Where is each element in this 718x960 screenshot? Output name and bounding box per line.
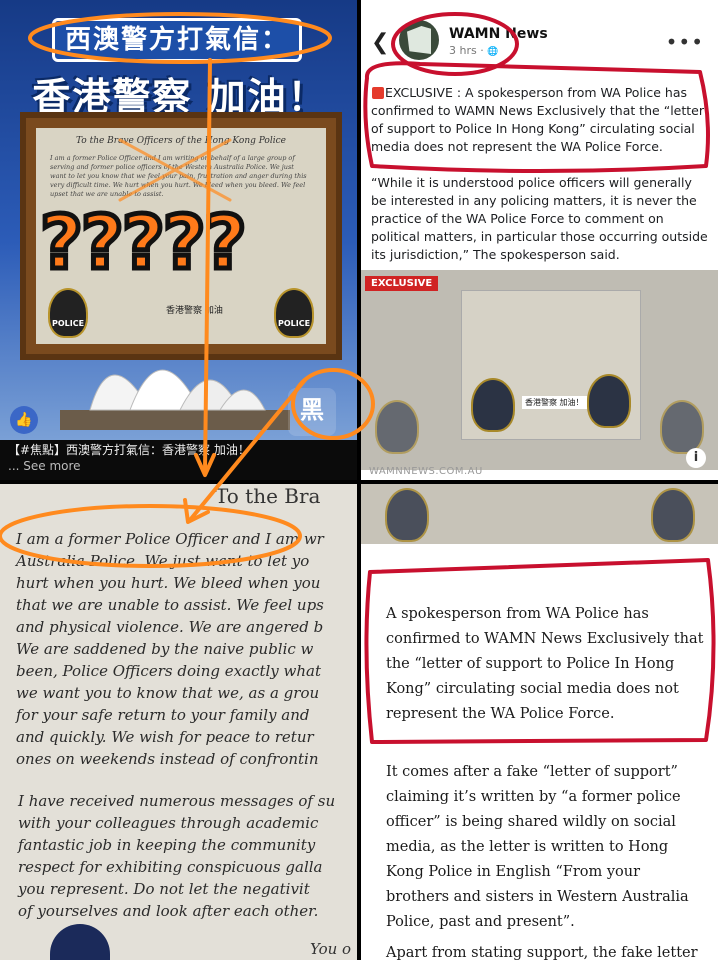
- letter-line: I am a former Police Officer and I am wr: [16, 530, 324, 548]
- see-more-link[interactable]: ... See more: [8, 458, 349, 474]
- link-source[interactable]: WAMNNEWS.COM.AU: [369, 466, 483, 477]
- letter-line: fantastic job in keeping the community: [18, 836, 316, 854]
- letter-line: with your colleagues through academic: [18, 814, 319, 832]
- strip-crest-right: [651, 488, 695, 542]
- post-time: 3 hrs · 🌐: [449, 44, 499, 57]
- letter-line: for your safe return to your family and: [16, 706, 310, 724]
- caption-text: 【#焦點】西澳警方打氣信：香港警察 加油！: [8, 443, 250, 457]
- crest-partial: [50, 924, 110, 960]
- link-preview-image[interactable]: EXCLUSIVE 香港警察 加油！ i: [361, 270, 718, 470]
- post-caption[interactable]: 【#焦點】西澳警方打氣信：香港警察 加油！ ... See more: [0, 440, 357, 480]
- page-name[interactable]: WAMN News: [449, 26, 548, 42]
- article-paragraph-2: It comes after a fake “letter of support…: [386, 764, 689, 930]
- article-paragraph-1: A spokesperson from WA Police has confir…: [386, 606, 704, 722]
- letter-sign: You o: [310, 940, 352, 958]
- letter-line: of yourselves and look after each other.: [18, 902, 319, 920]
- banner-title: 西澳警方打氣信：: [52, 18, 302, 62]
- article-paragraph-3: Apart from stating support, the fake let…: [386, 945, 698, 960]
- letter-photo-cn: 香港警察 加油！: [522, 396, 587, 409]
- hk-post-panel: 西澳警方打氣信： 香港警察 加油！ To the Brave Officers …: [0, 0, 357, 480]
- letter-line: and physical violence. We are angered b: [16, 618, 324, 636]
- post-header: ❮ WAMN News 3 hrs · 🌐 •••: [361, 0, 718, 70]
- back-arrow-icon[interactable]: ❮: [371, 30, 389, 55]
- letter-line: I have received numerous messages of su: [18, 792, 336, 810]
- article-image-strip: [361, 484, 718, 544]
- crest-bg-left: [375, 400, 419, 454]
- article-panel: A spokesperson from WA Police has confir…: [361, 484, 718, 960]
- letter-line: We are saddened by the naive public w: [16, 640, 314, 658]
- info-icon[interactable]: i: [686, 448, 706, 468]
- strip-crest-left: [385, 488, 429, 542]
- question-marks-overlay: ?????: [38, 198, 250, 289]
- globe-icon: 🌐: [487, 47, 499, 57]
- facebook-post-panel: ❮ WAMN News 3 hrs · 🌐 ••• EXCLUSIVE : A …: [361, 0, 718, 480]
- red-flag-icon: [372, 87, 384, 99]
- letter-line: we want you to know that we, as a grou: [16, 684, 320, 702]
- crest-right: [587, 374, 631, 428]
- thumbs-up-icon[interactable]: 👍: [10, 406, 38, 434]
- avatar[interactable]: [399, 20, 439, 60]
- letter-body-part-1: I am a former Police Officer and I am wr…: [16, 528, 356, 770]
- exclusive-tag: EXCLUSIVE: [365, 276, 439, 291]
- letter-closeup-panel: To the Bra I am a former Police Officer …: [0, 484, 357, 960]
- crest-left: [471, 378, 515, 432]
- post-paragraph-1: EXCLUSIVE : A spokesperson from WA Polic…: [371, 85, 704, 154]
- letter-line: hurt when you hurt. We bleed when you: [16, 574, 321, 592]
- letter-line: been, Police Officers doing exactly what: [16, 662, 322, 680]
- letter-heading: To the Brave Officers of the Hong Kong P…: [76, 136, 286, 146]
- letter-line: and quickly. We wish for peace to retur: [16, 728, 314, 746]
- letter-line: ones on weekends instead of confrontin: [16, 750, 319, 768]
- channel-logo: 黑: [288, 388, 336, 436]
- letter-line: Australia Police. We just want to let yo: [16, 552, 310, 570]
- letter-body-part-2: I have received numerous messages of su w…: [18, 790, 357, 922]
- letter-line: you represent. Do not let the negativit: [18, 880, 310, 898]
- more-options-icon[interactable]: •••: [666, 30, 704, 54]
- letter-cn: 香港警察 加油: [166, 306, 223, 316]
- letter-excerpt: I am a former Police Officer and I am wr…: [50, 154, 307, 198]
- crest-bg-right: [660, 400, 704, 454]
- letter-line: that we are unable to assist. We feel up…: [16, 596, 324, 614]
- letter-title: To the Bra: [215, 484, 321, 508]
- post-paragraph-2: “While it is understood police officers …: [371, 175, 708, 262]
- opera-house-graphic: [60, 369, 290, 430]
- letter-line: respect for exhibiting conspicuous galla: [18, 858, 323, 876]
